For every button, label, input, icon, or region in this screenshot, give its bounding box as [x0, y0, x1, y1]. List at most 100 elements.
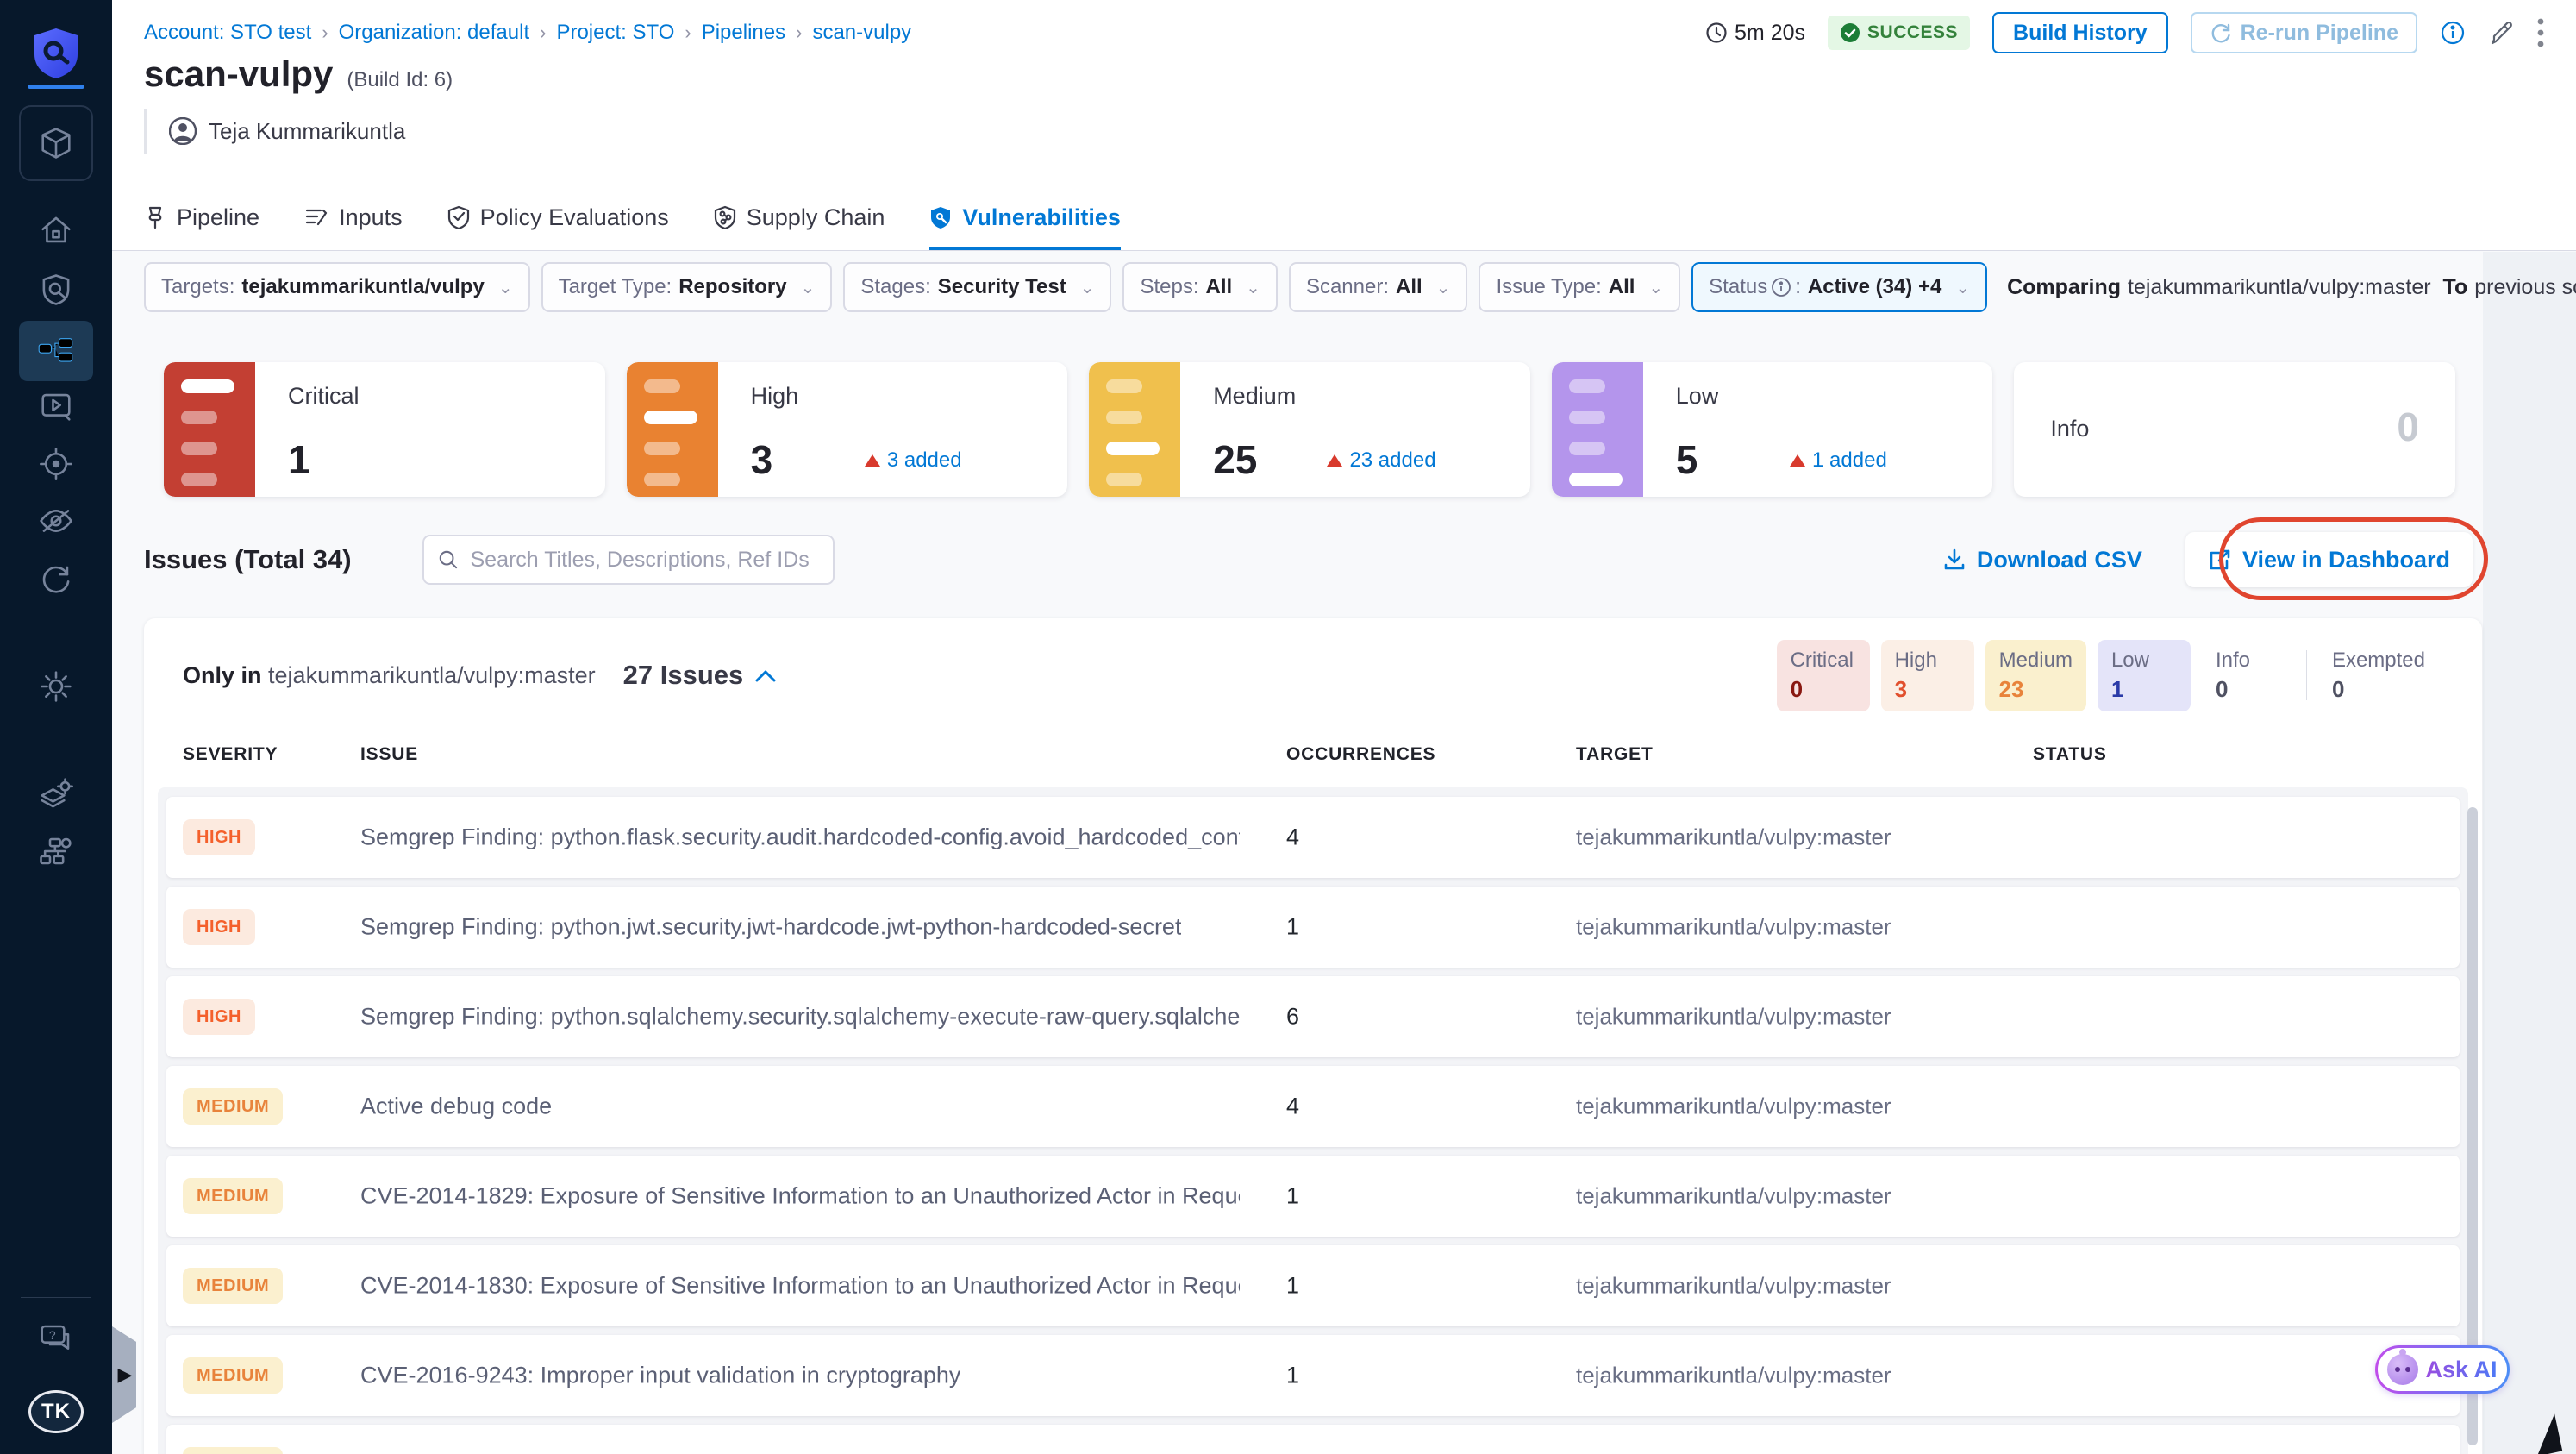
group-issue-count[interactable]: 27 Issues — [623, 660, 777, 691]
target-icon — [40, 448, 72, 480]
breadcrumb-separator: › — [322, 22, 328, 43]
severity-card-medium[interactable]: Medium 25 23 added — [1089, 362, 1530, 497]
added-link[interactable]: 3 added — [864, 448, 962, 473]
rerun-pipeline-button[interactable]: Re-run Pipeline — [2190, 12, 2417, 53]
table-row[interactable]: HIGH Semgrep Finding: python.flask.secur… — [166, 797, 2460, 878]
chat-help-icon: ? — [41, 1325, 70, 1350]
target-value: tejakummarikuntla/vulpy:master — [1576, 1093, 1891, 1119]
tab-policy-evaluations[interactable]: Policy Evaluations — [447, 193, 669, 250]
sto-module-logo[interactable] — [0, 26, 112, 81]
chip-low: Low 1 — [2097, 639, 2191, 711]
more-options-button[interactable] — [2536, 17, 2545, 48]
sidebar-item-help[interactable]: ? — [0, 1318, 112, 1359]
chip-medium: Medium 23 — [1985, 639, 2086, 711]
issues-search[interactable] — [422, 535, 835, 585]
sidebar-item-project-settings[interactable] — [0, 666, 112, 707]
tab-vulnerabilities[interactable]: Vulnerabilities — [929, 193, 1121, 250]
sidebar-item-executions[interactable] — [0, 385, 112, 427]
severity-card-info[interactable]: Info 0 — [2014, 362, 2455, 497]
sidebar-expand-handle[interactable]: ▶ — [112, 1326, 136, 1423]
filter-targets[interactable]: Targets: tejakummarikuntla/vulpy ⌄ — [144, 262, 530, 312]
table-row[interactable]: MEDIUM CVE-2014-1829: Exposure of Sensit… — [166, 1156, 2460, 1237]
chevron-down-icon: ⌄ — [800, 278, 816, 298]
table-row[interactable]: HIGH Semgrep Finding: python.sqlalchemy.… — [166, 976, 2460, 1057]
issue-title[interactable]: CVE-2014-1829: Exposure of Sensitive Inf… — [360, 1183, 1240, 1210]
sidebar-item-module-selector[interactable] — [19, 105, 93, 181]
comparing-label: Comparing tejakummarikuntla/vulpy:master… — [2007, 274, 2576, 299]
download-csv-button[interactable]: Download CSV — [1942, 547, 2142, 573]
column-severity: SEVERITY — [183, 744, 278, 764]
eye-slash-icon — [40, 510, 72, 532]
added-link[interactable]: 1 added — [1790, 448, 1887, 473]
target-value: tejakummarikuntla/vulpy:master — [1576, 824, 1891, 850]
filter-target-type[interactable]: Target Type: Repository ⌄ — [541, 262, 833, 312]
sidebar-item-exemptions[interactable] — [0, 500, 112, 542]
user-avatar[interactable]: TK — [28, 1390, 84, 1433]
issue-title[interactable]: CVE-2016-9243: Improper input validation… — [360, 1363, 960, 1389]
sidebar-item-overview[interactable] — [0, 269, 112, 310]
table-row[interactable]: MEDIUM Active debug code 4 tejakummariku… — [166, 1066, 2460, 1147]
chevron-down-icon: ⌄ — [1955, 278, 1971, 298]
occurrences-value: 1 — [1286, 1182, 1300, 1209]
issue-title[interactable]: Active debug code — [360, 1094, 552, 1120]
table-row[interactable]: HIGH Semgrep Finding: python.jwt.securit… — [166, 887, 2460, 968]
circle-arrow-icon — [42, 566, 70, 593]
author-name: Teja Kummarikuntla — [209, 117, 406, 144]
issue-title[interactable]: CVE-2014-1830: Exposure of Sensitive Inf… — [360, 1273, 1240, 1300]
status-badge: SUCCESS — [1828, 16, 1971, 50]
breadcrumb-project[interactable]: Project: STO — [556, 21, 674, 45]
tab-supply-chain[interactable]: Supply Chain — [714, 193, 885, 250]
column-status: STATUS — [2033, 744, 2107, 764]
severity-card-low[interactable]: Low 5 1 added — [1551, 362, 1993, 497]
shield-search-logo-icon — [34, 28, 78, 78]
breadcrumb-account[interactable]: Account: STO test — [144, 21, 311, 45]
occurrences-value: 1 — [1286, 1272, 1300, 1299]
ask-ai-button[interactable]: Ask AI — [2375, 1345, 2510, 1394]
search-input[interactable] — [468, 546, 819, 573]
sidebar-item-home[interactable] — [0, 210, 112, 251]
breadcrumb-organization[interactable]: Organization: default — [339, 21, 529, 45]
breadcrumb-pipelines[interactable]: Pipelines — [702, 21, 785, 45]
issues-toolbar: Issues (Total 34) Download CSV — [144, 530, 2473, 590]
sidebar-item-test-targets[interactable] — [0, 443, 112, 485]
table-row[interactable]: MEDIUM — [166, 1425, 2460, 1454]
tab-inputs[interactable]: Inputs — [304, 193, 403, 250]
issue-title[interactable]: Semgrep Finding: python.jwt.security.jwt… — [360, 914, 1181, 941]
build-id-label: (Build Id: 6) — [347, 68, 453, 91]
sidebar-item-getting-started[interactable] — [0, 559, 112, 600]
card-value: 3 — [750, 437, 773, 482]
card-label: High — [750, 383, 799, 409]
breadcrumb-current[interactable]: scan-vulpy — [812, 21, 911, 45]
filter-status[interactable]: Status : Active (34) +4 ⌄ — [1691, 262, 1988, 312]
filter-stages[interactable]: Stages: Security Test ⌄ — [843, 262, 1112, 312]
filter-issue-type[interactable]: Issue Type: All ⌄ — [1479, 262, 1681, 312]
issues-table-card: Only in tejakummarikuntla/vulpy:master 2… — [144, 618, 2482, 1454]
view-in-dashboard-button[interactable]: View in Dashboard — [2185, 532, 2473, 587]
sidebar-item-org-settings[interactable] — [0, 830, 112, 872]
filter-steps[interactable]: Steps: All ⌄ — [1122, 262, 1278, 312]
severity-card-high[interactable]: High 3 3 added — [626, 362, 1068, 497]
tab-pipeline[interactable]: Pipeline — [144, 193, 259, 250]
issue-title[interactable]: Semgrep Finding: python.sqlalchemy.secur… — [360, 1004, 1240, 1031]
table-row[interactable]: MEDIUM CVE-2014-1830: Exposure of Sensit… — [166, 1245, 2460, 1326]
sidebar-item-pipelines[interactable] — [19, 321, 93, 381]
build-duration: 5m 20s — [1705, 21, 1805, 46]
issue-title[interactable]: Semgrep Finding: python.flask.security.a… — [360, 824, 1240, 851]
filter-scanner[interactable]: Scanner: All ⌄ — [1288, 262, 1468, 312]
page-header: Account: STO test › Organization: defaul… — [112, 0, 2576, 251]
sidebar-item-environments[interactable] — [0, 773, 112, 814]
hierarchy-gear-icon — [40, 837, 72, 865]
target-value: tejakummarikuntla/vulpy:master — [1576, 1272, 1891, 1299]
table-row[interactable]: MEDIUM CVE-2016-9243: Improper input val… — [166, 1335, 2460, 1416]
issues-actions: Download CSV View in Dashboard — [1942, 532, 2473, 587]
build-history-button[interactable]: Build History — [1992, 12, 2168, 53]
edit-pipeline-button[interactable] — [2488, 20, 2514, 46]
info-button[interactable] — [2440, 20, 2466, 46]
card-label: Info — [2050, 416, 2090, 442]
table-rows: HIGH Semgrep Finding: python.flask.secur… — [158, 787, 2468, 1454]
severity-badge: HIGH — [183, 909, 255, 945]
triangle-up-icon — [1327, 454, 1343, 467]
critical-gauge-icon — [164, 362, 255, 497]
added-link[interactable]: 23 added — [1327, 448, 1436, 473]
severity-card-critical[interactable]: Critical 1 — [164, 362, 605, 497]
